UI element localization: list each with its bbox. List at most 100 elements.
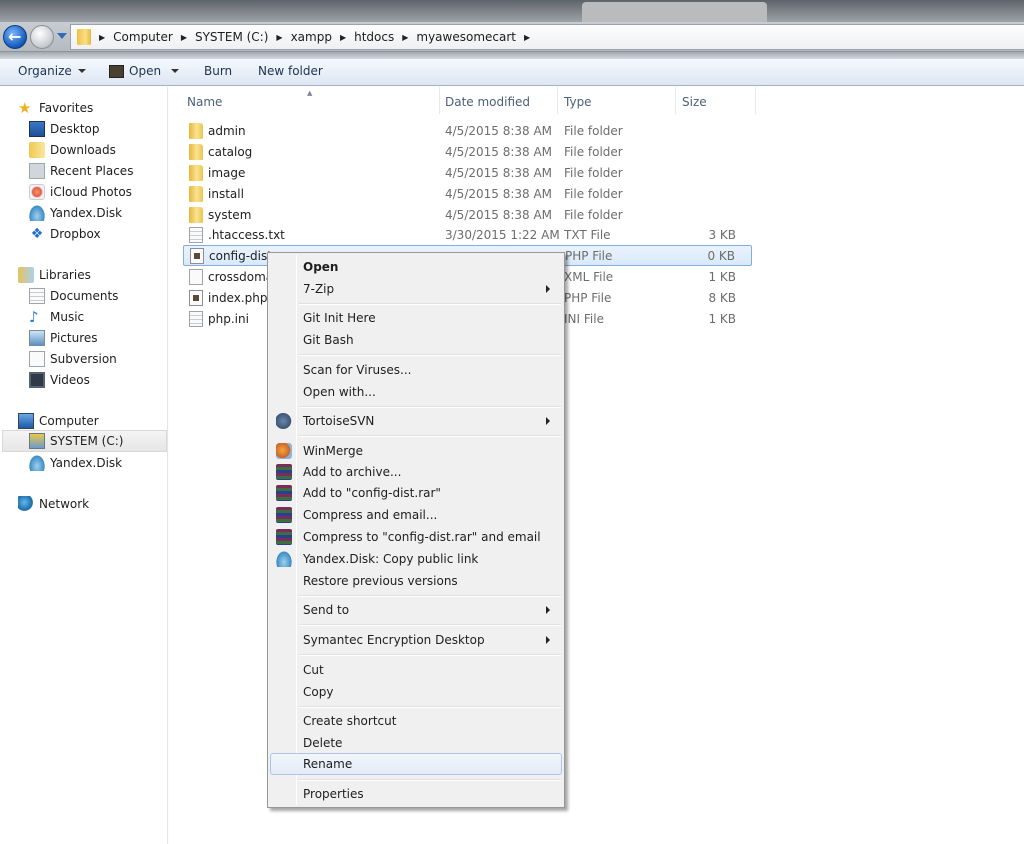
new-folder-label: New folder (258, 64, 323, 78)
menu-separator (299, 654, 561, 656)
sidebar-item-videos[interactable]: Videos (29, 370, 90, 390)
open-app-icon (109, 64, 124, 78)
sidebar-group-network[interactable]: Network (18, 494, 89, 514)
crumb-label: htdocs (354, 30, 395, 44)
burn-button[interactable]: Burn (204, 64, 232, 78)
new-folder-button[interactable]: New folder (258, 64, 323, 78)
menu-item-rename[interactable]: Rename (270, 753, 562, 775)
column-divider[interactable] (755, 87, 756, 114)
organize-button[interactable]: Organize (18, 64, 86, 78)
menu-item-winmerge[interactable]: WinMerge (270, 440, 562, 462)
sidebar-item-dropbox[interactable]: ❖ Dropbox (29, 224, 101, 244)
file-row[interactable]: system 4/5/2015 8:38 AM File folder (183, 204, 752, 225)
sidebar-item-downloads[interactable]: Downloads (29, 140, 116, 160)
file-row[interactable]: catalog 4/5/2015 8:38 AM File folder (183, 141, 752, 162)
breadcrumb-htdocs[interactable]: htdocs ▶ (354, 30, 416, 44)
yandex-disk-icon (276, 551, 292, 567)
menu-item-git-bash[interactable]: Git Bash (270, 329, 562, 351)
menu-item-7zip[interactable]: 7-Zip (270, 278, 562, 300)
file-date: 4/5/2015 8:38 AM (445, 165, 553, 180)
sidebar-item-music[interactable]: ♪ Music (29, 307, 84, 327)
breadcrumb-computer[interactable]: Computer ▶ (113, 30, 195, 44)
breadcrumb-xampp[interactable]: xampp ▶ (291, 30, 355, 44)
chevron-right-icon[interactable]: ▶ (402, 33, 408, 42)
menu-item-compress-to-rar-and-email[interactable]: Compress to "config-dist.rar" and email (270, 526, 562, 548)
sidebar-group-computer[interactable]: Computer (18, 411, 99, 431)
sidebar-label: Desktop (50, 122, 100, 136)
sidebar-item-pictures[interactable]: Pictures (29, 328, 98, 348)
file-row[interactable]: admin 4/5/2015 8:38 AM File folder (183, 120, 752, 141)
sidebar-item-recent-places[interactable]: Recent Places (29, 161, 133, 181)
menu-item-send-to[interactable]: Send to (270, 599, 562, 621)
forward-button[interactable] (30, 25, 54, 49)
column-header-size[interactable]: Size (682, 95, 707, 109)
back-arrow-icon: ← (8, 27, 22, 46)
column-divider[interactable] (675, 87, 676, 114)
xml-file-icon (189, 268, 203, 285)
sidebar-group-favorites[interactable]: ★ Favorites (18, 98, 93, 118)
menu-item-properties[interactable]: Properties (270, 783, 562, 805)
recent-pages-dropdown[interactable] (57, 33, 67, 39)
breadcrumb-system-c[interactable]: SYSTEM (C:) ▶ (195, 30, 291, 44)
desktop-icon (29, 121, 45, 137)
organize-label: Organize (18, 64, 72, 78)
winrar-icon (276, 507, 292, 523)
sidebar-item-yandex-disk-drive[interactable]: Yandex.Disk (29, 453, 122, 473)
folder-icon (189, 206, 203, 223)
file-row[interactable]: install 4/5/2015 8:38 AM File folder (183, 183, 752, 204)
menu-item-yandex-copy-link[interactable]: Yandex.Disk: Copy public link (270, 548, 562, 570)
menu-item-create-shortcut[interactable]: Create shortcut (270, 710, 562, 732)
menu-item-open-with[interactable]: Open with... (270, 381, 562, 403)
sidebar-item-yandex-disk[interactable]: Yandex.Disk (29, 203, 122, 223)
sidebar-item-subversion[interactable]: Subversion (29, 349, 117, 369)
menu-item-copy[interactable]: Copy (270, 681, 562, 703)
file-row[interactable]: image 4/5/2015 8:38 AM File folder (183, 162, 752, 183)
icloud-photos-icon (29, 184, 45, 200)
context-menu: Open 7-Zip Git Init Here Git Bash Scan f… (267, 252, 565, 808)
sidebar-group-libraries[interactable]: Libraries (18, 265, 91, 285)
menu-item-scan-for-viruses[interactable]: Scan for Viruses... (270, 359, 562, 381)
file-name: index.php (208, 290, 268, 305)
column-header-name[interactable]: Name (187, 95, 222, 109)
menu-item-compress-and-email[interactable]: Compress and email... (270, 504, 562, 526)
menu-item-symantec-encryption[interactable]: Symantec Encryption Desktop (270, 629, 562, 651)
window-title-bar (0, 0, 1024, 24)
yandex-disk-icon (29, 205, 45, 221)
menu-item-cut[interactable]: Cut (270, 659, 562, 681)
chevron-right-icon[interactable]: ▶ (340, 33, 346, 42)
file-size: 0 KB (707, 248, 735, 263)
chevron-right-icon[interactable]: ▶ (181, 33, 187, 42)
menu-item-tortoisesvn[interactable]: TortoiseSVN (270, 410, 562, 432)
menu-item-restore-previous-versions[interactable]: Restore previous versions (270, 570, 562, 592)
file-size: 1 KB (708, 311, 736, 326)
chevron-down-icon[interactable] (171, 69, 180, 73)
breadcrumb-myawesomecart[interactable]: myawesomecart ▶ (416, 30, 538, 44)
menu-item-git-init-here[interactable]: Git Init Here (270, 307, 562, 329)
sidebar-item-system-c[interactable]: SYSTEM (C:) (2, 430, 167, 452)
videos-icon (29, 372, 45, 388)
breadcrumb-root-arrow[interactable]: ▶ (97, 33, 113, 42)
sidebar-item-icloud-photos[interactable]: iCloud Photos (29, 182, 132, 202)
chevron-right-icon[interactable]: ▶ (276, 33, 282, 42)
crumb-label: Computer (113, 30, 173, 44)
sidebar-label: Yandex.Disk (50, 456, 123, 470)
burn-label: Burn (204, 64, 233, 78)
column-divider[interactable] (439, 87, 440, 114)
file-name: php.ini (208, 311, 249, 326)
menu-item-delete[interactable]: Delete (270, 732, 562, 754)
file-type: File folder (564, 165, 623, 180)
chevron-right-icon[interactable]: ▶ (524, 33, 530, 42)
column-header-type[interactable]: Type (564, 95, 592, 109)
sidebar-item-desktop[interactable]: Desktop (29, 119, 100, 139)
back-button[interactable]: ← (3, 25, 27, 49)
menu-item-add-to-rar[interactable]: Add to "config-dist.rar" (270, 482, 562, 504)
breadcrumb[interactable]: ▶ Computer ▶ SYSTEM (C:) ▶ xampp ▶ htdocs ▶ … (70, 24, 1024, 50)
column-header-date[interactable]: Date modified (445, 95, 530, 109)
open-button[interactable]: Open (109, 64, 180, 78)
subversion-icon (29, 351, 45, 367)
menu-item-open[interactable]: Open (270, 256, 562, 278)
sidebar-item-documents[interactable]: Documents (29, 286, 118, 306)
column-divider[interactable] (557, 87, 558, 114)
file-row[interactable]: .htaccess.txt 3/30/2015 1:22 AM TXT File 3 … (183, 224, 752, 245)
menu-item-add-to-archive[interactable]: Add to archive... (270, 461, 562, 483)
